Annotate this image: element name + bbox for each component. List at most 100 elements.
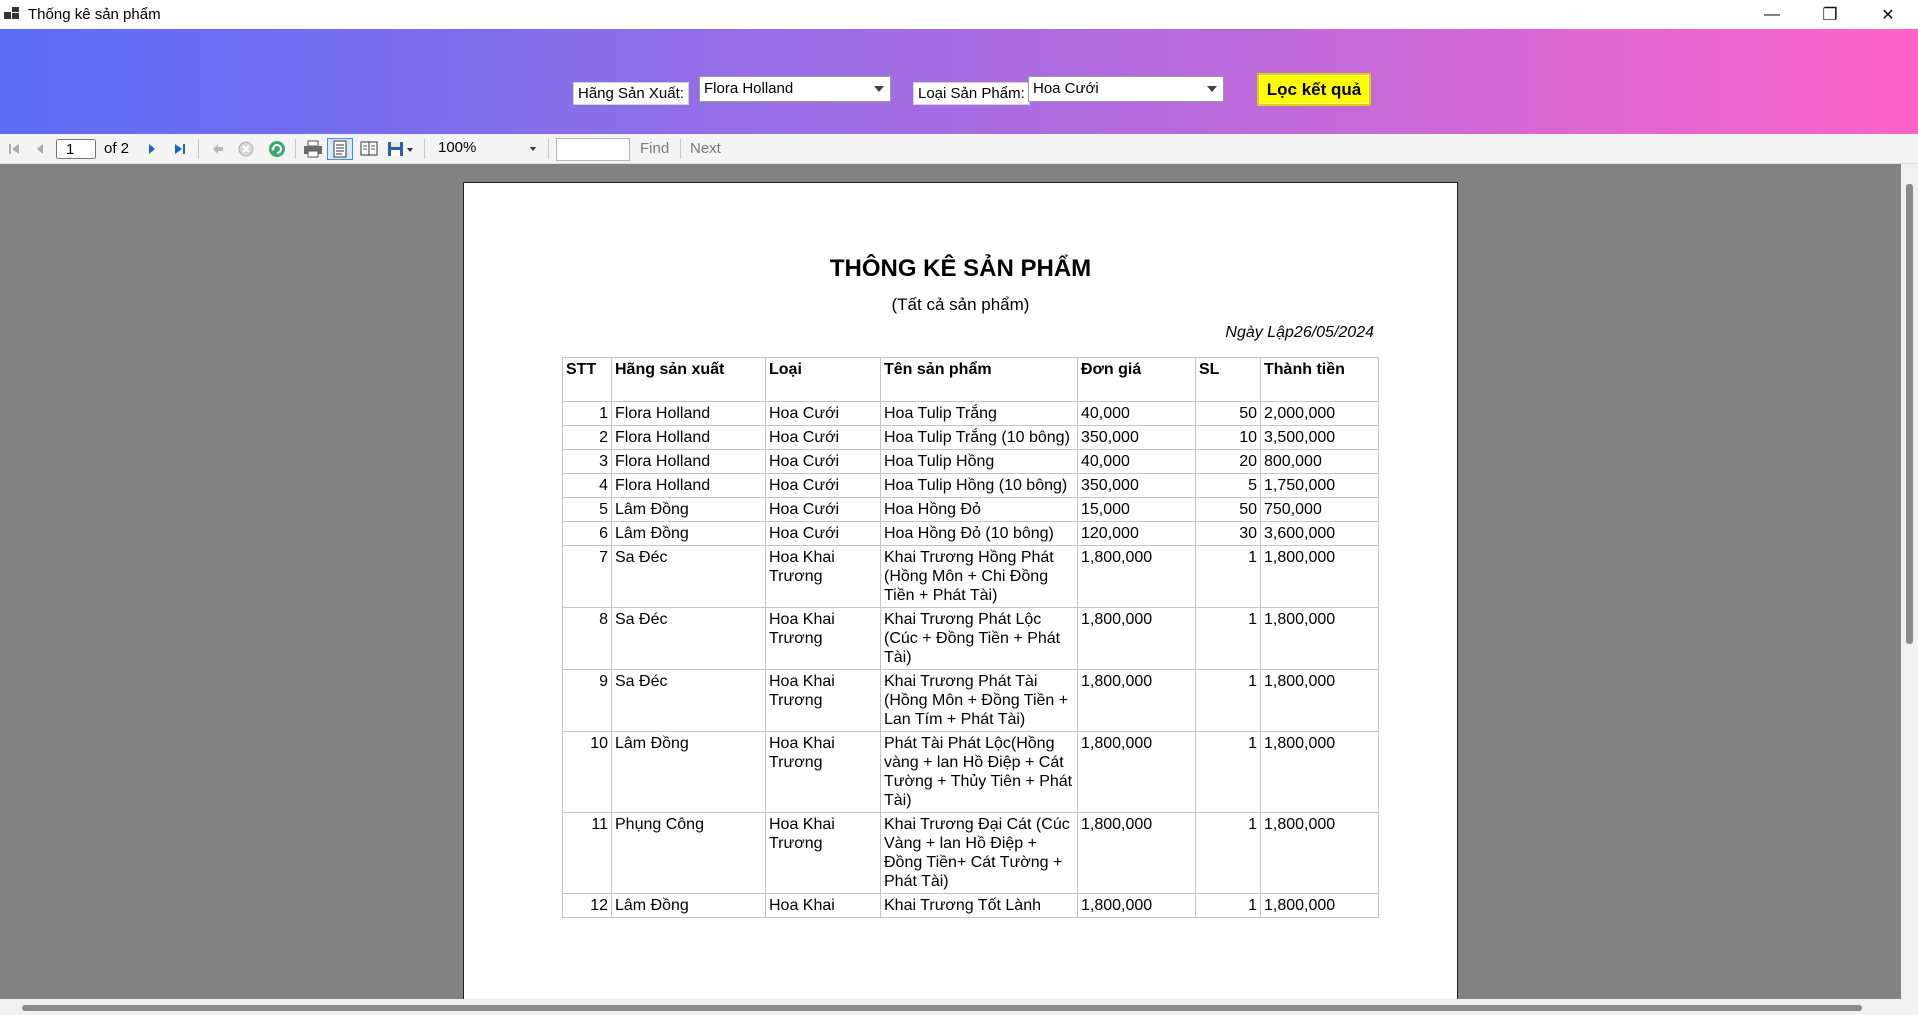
table-cell: 1,800,000	[1260, 607, 1379, 670]
table-cell: Khai Trương Phát Tài (Hồng Môn + Đồng Ti…	[880, 669, 1078, 732]
horizontal-scrollbar[interactable]	[0, 999, 1901, 1015]
table-cell: Hoa Tulip Trắng (10 bông)	[880, 425, 1078, 450]
table-row: 5 Lâm Đồng Hoa Cưới Hoa Hồng Đỏ 15,000 50 750,…	[562, 497, 1379, 522]
page-number-input[interactable]	[56, 139, 96, 159]
table-row: 4 Flora Holland Hoa Cưới Hoa Tulip Hồng (10…	[562, 473, 1379, 498]
vertical-scrollbar[interactable]	[1901, 164, 1918, 999]
table-cell: 350,000	[1077, 425, 1196, 450]
find-input[interactable]	[556, 138, 630, 161]
chevron-down-icon	[1207, 86, 1217, 92]
filter-button[interactable]: Lọc kết quả	[1257, 73, 1371, 106]
table-cell: Hoa Cưới	[765, 497, 881, 522]
prev-page-icon[interactable]	[30, 138, 50, 160]
next-page-icon[interactable]	[142, 138, 162, 160]
table-cell: 1,800,000	[1077, 893, 1196, 918]
table-cell: 1	[1195, 812, 1261, 894]
table-cell: 1	[1195, 893, 1261, 918]
table-cell: 1,750,000	[1260, 473, 1379, 498]
first-page-icon[interactable]	[4, 138, 24, 160]
restore-icon[interactable]: ❐	[1801, 0, 1859, 29]
table-cell: Hoa Tulip Hồng	[880, 449, 1078, 474]
toolbar-separator	[680, 139, 681, 159]
table-cell: Hoa Khai Trương	[765, 607, 881, 670]
table-cell: 1,800,000	[1260, 893, 1379, 918]
window-title: Thống kê sản phẩm	[28, 6, 161, 23]
table-cell: 30	[1195, 521, 1261, 546]
table-cell: 40,000	[1077, 449, 1196, 474]
table-cell: 10	[562, 731, 612, 813]
table-cell: 10	[1195, 425, 1261, 450]
page-setup-icon[interactable]	[357, 138, 381, 160]
find-link[interactable]: Find	[640, 140, 669, 157]
table-row: 8 Sa Đéc Hoa Khai Trương Khai Trương Phát L…	[562, 607, 1379, 670]
category-label: Loại Sản Phẩm:	[913, 82, 1030, 105]
table-cell: Khai Trương Phát Lộc (Cúc + Đồng Tiền + …	[880, 607, 1078, 670]
table-cell: Lâm Đồng	[611, 731, 766, 813]
stop-icon[interactable]	[236, 138, 256, 160]
table-cell: Phát Tài Phát Lộc(Hồng vàng + lan Hồ Điệ…	[880, 731, 1078, 813]
table-cell: Khai Trương Đại Cát (Cúc Vàng + lan Hồ Đ…	[880, 812, 1078, 894]
manufacturer-select[interactable]: Flora Holland	[699, 76, 891, 102]
scroll-thumb[interactable]	[22, 1005, 1862, 1011]
table-cell: 7	[562, 545, 612, 608]
table-cell: 50	[1195, 497, 1261, 522]
print-layout-icon[interactable]	[327, 138, 353, 160]
table-row: 7 Sa Đéc Hoa Khai Trương Khai Trương Hồng P…	[562, 545, 1379, 608]
manufacturer-value: Flora Holland	[704, 80, 794, 97]
refresh-icon[interactable]	[266, 138, 288, 160]
table-cell: Hoa Cưới	[765, 449, 881, 474]
column-header: Tên sản phẩm	[880, 357, 1078, 402]
table-cell: Hoa Khai Trương	[765, 731, 881, 813]
table-cell: 1	[1195, 545, 1261, 608]
back-icon[interactable]	[208, 138, 228, 160]
toolbar-separator	[548, 139, 549, 159]
table-row: 6 Lâm Đồng Hoa Cưới Hoa Hồng Đỏ (10 bông) 12…	[562, 521, 1379, 546]
table-cell: Flora Holland	[611, 449, 766, 474]
category-value: Hoa Cưới	[1033, 80, 1099, 97]
manufacturer-label: Hãng Sản Xuất:	[573, 82, 689, 105]
filter-panel: Hãng Sản Xuất: Flora Holland Loại Sản Ph…	[0, 29, 1918, 134]
scrollbar-corner	[1901, 999, 1918, 1015]
table-cell: 4	[562, 473, 612, 498]
export-icon[interactable]	[385, 138, 417, 160]
toolbar-separator	[424, 139, 425, 159]
table-cell: 1,800,000	[1260, 545, 1379, 608]
table-cell: 1,800,000	[1260, 669, 1379, 732]
table-cell: 15,000	[1077, 497, 1196, 522]
last-page-icon[interactable]	[170, 138, 190, 160]
table-cell: 5	[562, 497, 612, 522]
print-icon[interactable]	[301, 138, 325, 160]
table-cell: Sa Đéc	[611, 607, 766, 670]
table-cell: Hoa Cưới	[765, 401, 881, 426]
table-cell: 8	[562, 607, 612, 670]
table-cell: Hoa Tulip Trắng	[880, 401, 1078, 426]
table-cell: 1,800,000	[1077, 607, 1196, 670]
close-icon[interactable]: ✕	[1859, 0, 1917, 29]
table-cell: Sa Đéc	[611, 545, 766, 608]
table-cell: Khai Trương Hồng Phát (Hồng Môn + Chi Đồ…	[880, 545, 1078, 608]
table-row: 3 Flora Holland Hoa Cưới Hoa Tulip Hồng 40,0…	[562, 449, 1379, 474]
table-cell: Hoa Hồng Đỏ	[880, 497, 1078, 522]
report-page: THÔNG KÊ SẢN PHẨM (Tất cả sản phẩm) Ngày…	[463, 182, 1458, 1012]
category-select[interactable]: Hoa Cưới	[1028, 76, 1224, 102]
table-cell: 1,800,000	[1260, 812, 1379, 894]
find-next-link[interactable]: Next	[690, 140, 721, 157]
report-table: STT Hãng sản xuất Loại Tên sản phẩm Đơn …	[562, 357, 1379, 918]
table-cell: 11	[562, 812, 612, 894]
table-cell: 40,000	[1077, 401, 1196, 426]
column-header: Loại	[765, 357, 881, 402]
table-cell: 1	[1195, 607, 1261, 670]
zoom-select[interactable]: 100%	[434, 139, 544, 160]
app-icon	[4, 7, 20, 21]
table-row: 12 Lâm Đồng Hoa Khai Khai Trương Tốt Lành 1,…	[562, 893, 1379, 918]
table-cell: Hoa Hồng Đỏ (10 bông)	[880, 521, 1078, 546]
table-cell: Lâm Đồng	[611, 893, 766, 918]
chevron-down-icon	[530, 147, 536, 151]
table-cell: 1	[1195, 731, 1261, 813]
table-cell: Khai Trương Tốt Lành	[880, 893, 1078, 918]
scroll-thumb[interactable]	[1906, 184, 1913, 644]
table-cell: Flora Holland	[611, 401, 766, 426]
table-row: 9 Sa Đéc Hoa Khai Trương Khai Trương Phát T…	[562, 669, 1379, 732]
minimize-icon[interactable]: —	[1743, 0, 1801, 29]
column-header: STT	[562, 357, 612, 402]
